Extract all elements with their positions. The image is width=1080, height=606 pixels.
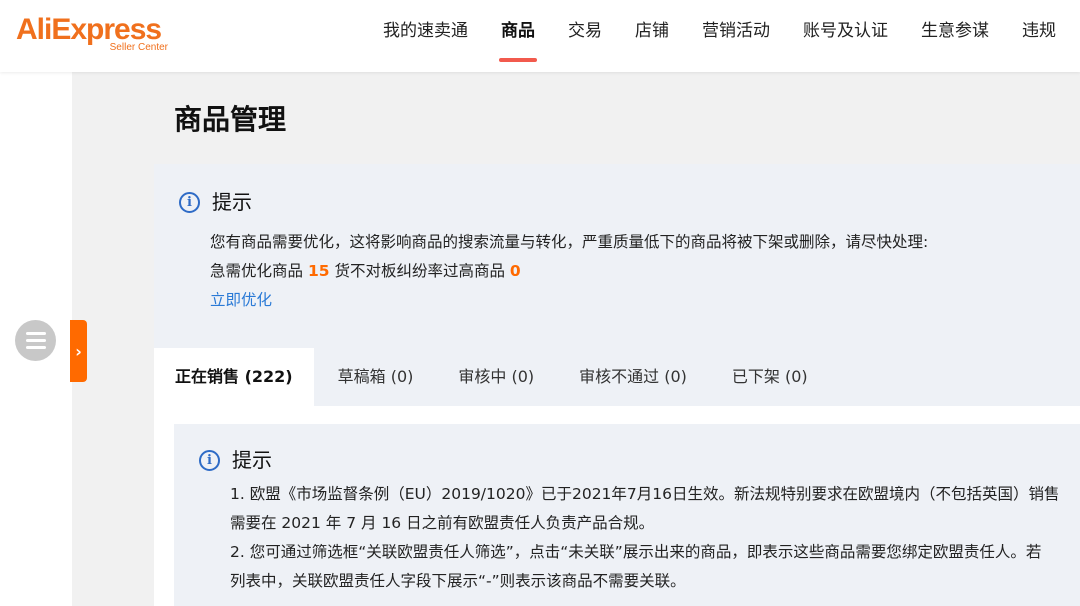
mismatch-label: 货不对板纠纷率过高商品	[334, 262, 505, 280]
product-status-tabs: 正在销售 (222) 草稿箱 (0) 审核中 (0) 审核不通过 (0) 已下架…	[154, 348, 832, 406]
mismatch-count[interactable]: 0	[510, 262, 521, 280]
page-title: 商品管理	[174, 103, 287, 136]
notice-header: i 提示	[199, 446, 272, 474]
nav-item-marketing[interactable]: 营销活动	[702, 0, 770, 72]
notice-line: 2. 您可通过筛选框“关联欧盟责任人筛选”，点击“未关联”展示出来的商品，即表示…	[230, 543, 1042, 561]
notice-counts: 急需优化商品 15 货不对板纠纷率过高商品 0	[210, 257, 928, 286]
nav-item-store[interactable]: 店铺	[635, 0, 669, 72]
tab-content-panel: i 提示 1. 欧盟《市场监督条例（EU）2019/1020》已于2021年7月…	[154, 406, 1080, 606]
info-icon: i	[179, 191, 200, 213]
tab-rejected[interactable]: 审核不通过 (0)	[558, 348, 708, 406]
notice-line: 需要在 2021 年 7 月 16 日之前有欧盟责任人负责产品合规。	[230, 514, 655, 532]
notice-line: 1. 欧盟《市场监督条例（EU）2019/1020》已于2021年7月16日生效…	[230, 485, 1060, 503]
menu-icon[interactable]	[15, 320, 56, 361]
tab-under-review[interactable]: 审核中 (0)	[437, 348, 556, 406]
nav-item-business-advisor[interactable]: 生意参谋	[921, 0, 989, 72]
tab-on-sale[interactable]: 正在销售 (222)	[154, 348, 314, 406]
tab-delisted[interactable]: 已下架 (0)	[710, 348, 829, 406]
logo-subtitle: Seller Center	[109, 42, 168, 53]
nav-item-account[interactable]: 账号及认证	[803, 0, 888, 72]
notice-title: 提示	[232, 448, 272, 472]
notice-title: 提示	[212, 190, 252, 214]
nav-item-my-aliexpress[interactable]: 我的速卖通	[383, 0, 468, 72]
urgent-count[interactable]: 15	[308, 262, 330, 280]
notice-body: 1. 欧盟《市场监督条例（EU）2019/1020》已于2021年7月16日生效…	[230, 480, 1080, 596]
info-icon: i	[199, 449, 220, 471]
nav-item-trade[interactable]: 交易	[568, 0, 602, 72]
top-header: AliExpress Seller Center 我的速卖通 商品 交易 店铺 …	[0, 0, 1080, 72]
notice-line: 您有商品需要优化，这将影响商品的搜索流量与转化，严重质量低下的商品将被下架或删除…	[210, 233, 929, 251]
main-nav: 我的速卖通 商品 交易 店铺 营销活动 账号及认证 生意参谋 违规	[350, 0, 1056, 72]
nav-item-products[interactable]: 商品	[499, 0, 537, 72]
urgent-label: 急需优化商品	[210, 262, 304, 280]
optimize-now-link[interactable]: 立即优化	[210, 291, 272, 309]
notice-body: 您有商品需要优化，这将影响商品的搜索流量与转化，严重质量低下的商品将被下架或删除…	[210, 228, 928, 315]
notice-header: i 提示	[179, 188, 252, 216]
main-content: 商品管理 i 提示 您有商品需要优化，这将影响商品的搜索流量与转化，严重质量低下…	[72, 72, 1080, 606]
notice-line: 列表中，关联欧盟责任人字段下展示“-”则表示该商品不需要关联。	[230, 572, 686, 590]
nav-item-violations[interactable]: 违规	[1022, 0, 1056, 72]
tab-drafts[interactable]: 草稿箱 (0)	[316, 348, 435, 406]
aliexpress-logo[interactable]: AliExpress Seller Center	[16, 12, 176, 56]
eu-responsible-person-notice: i 提示 1. 欧盟《市场监督条例（EU）2019/1020》已于2021年7月…	[174, 424, 1080, 606]
